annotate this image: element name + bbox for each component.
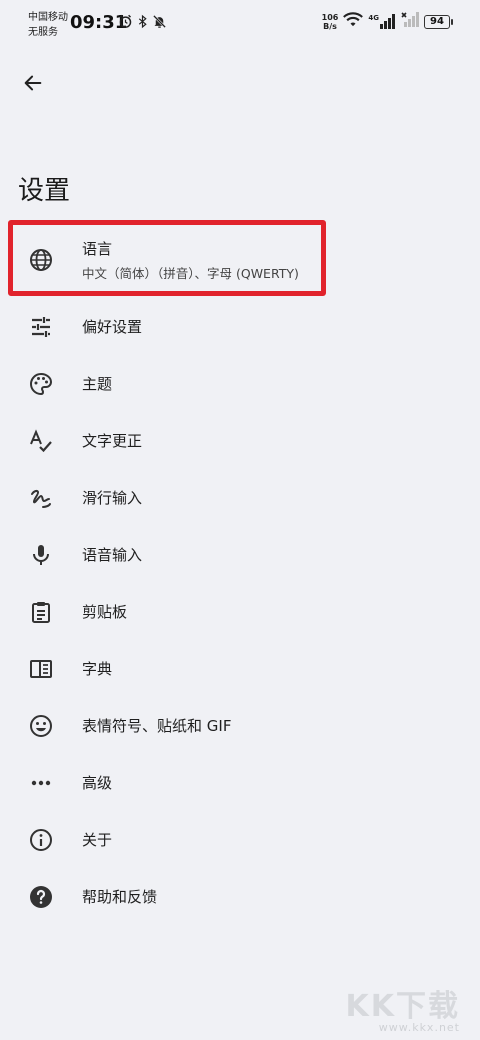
settings-item-label: 语音输入 (82, 546, 143, 564)
settings-item-advanced[interactable]: 高级 (0, 754, 480, 811)
settings-item-clipboard[interactable]: 剪贴板 (0, 583, 480, 640)
net-speed: 106 B/s (322, 13, 339, 31)
tune-icon (27, 313, 55, 341)
cellular-signal-icon: 4G (368, 14, 396, 29)
watermark-logo: KK下载 (345, 989, 460, 1024)
gesture-icon (27, 484, 55, 512)
net-speed-unit: B/s (323, 21, 337, 31)
arrow-back-icon (24, 75, 42, 91)
microphone-icon (27, 541, 55, 569)
help-icon (27, 883, 55, 911)
settings-item-theme[interactable]: 主题 (0, 355, 480, 412)
settings-item-label: 偏好设置 (82, 318, 143, 336)
settings-list: 语言 中文（简体）（拼音）、字母 (QWERTY) 偏好设置 主题 文字更正 滑… (0, 222, 480, 925)
status-right-icons: 106 B/s 4G 94 (322, 12, 453, 31)
settings-item-preferences[interactable]: 偏好设置 (0, 298, 480, 355)
settings-item-dictionary[interactable]: 字典 (0, 640, 480, 697)
settings-item-label: 语言 (82, 240, 113, 258)
info-icon (27, 826, 55, 854)
spellcheck-icon (27, 427, 55, 455)
net-speed-value: 106 (321, 12, 339, 22)
settings-item-label: 滑行输入 (82, 489, 143, 507)
battery-indicator: 94 (424, 14, 453, 29)
carrier-name: 中国移动 (28, 12, 68, 23)
watermark: KK下载 www.kkx.net (346, 981, 461, 1034)
settings-item-about[interactable]: 关于 (0, 811, 480, 868)
emoji-icon (27, 712, 55, 740)
clipboard-icon (27, 598, 55, 626)
settings-item-label: 文字更正 (82, 432, 143, 450)
settings-item-label: 剪贴板 (82, 603, 128, 621)
alarm-icon (118, 14, 133, 33)
palette-icon (27, 370, 55, 398)
network-type: 4G (368, 14, 379, 22)
more-horiz-icon (27, 769, 55, 797)
dictionary-icon (27, 655, 55, 683)
status-left-icons (118, 14, 167, 33)
settings-item-help-feedback[interactable]: 帮助和反馈 (0, 868, 480, 925)
mute-bell-icon (152, 14, 167, 33)
globe-icon (27, 246, 55, 274)
bluetooth-icon (136, 14, 149, 33)
settings-item-voice-input[interactable]: 语音输入 (0, 526, 480, 583)
settings-item-label: 字典 (82, 660, 113, 678)
settings-item-label: 关于 (82, 831, 113, 849)
settings-item-summary: 中文（简体）（拼音）、字母 (QWERTY) (82, 266, 299, 281)
back-button[interactable] (16, 66, 50, 100)
settings-item-language[interactable]: 语言 中文（简体）（拼音）、字母 (QWERTY) (0, 222, 480, 298)
settings-item-label: 表情符号、贴纸和 GIF (82, 717, 232, 735)
settings-item-label: 帮助和反馈 (82, 888, 158, 906)
settings-item-text-correction[interactable]: 文字更正 (0, 412, 480, 469)
settings-item-glide-typing[interactable]: 滑行输入 (0, 469, 480, 526)
page-title: 设置 (18, 176, 71, 206)
carrier-info: 中国移动 无服务 (28, 10, 68, 40)
settings-item-label: 主题 (82, 375, 113, 393)
wifi-icon (343, 12, 364, 31)
carrier-service: 无服务 (28, 27, 58, 38)
settings-item-label: 高级 (82, 774, 113, 792)
status-bar: 中国移动 无服务 09:31 106 B/s 4G 94 (0, 0, 480, 46)
settings-item-emoji-stickers-gif[interactable]: 表情符号、贴纸和 GIF (0, 697, 480, 754)
no-signal-icon (401, 12, 419, 31)
